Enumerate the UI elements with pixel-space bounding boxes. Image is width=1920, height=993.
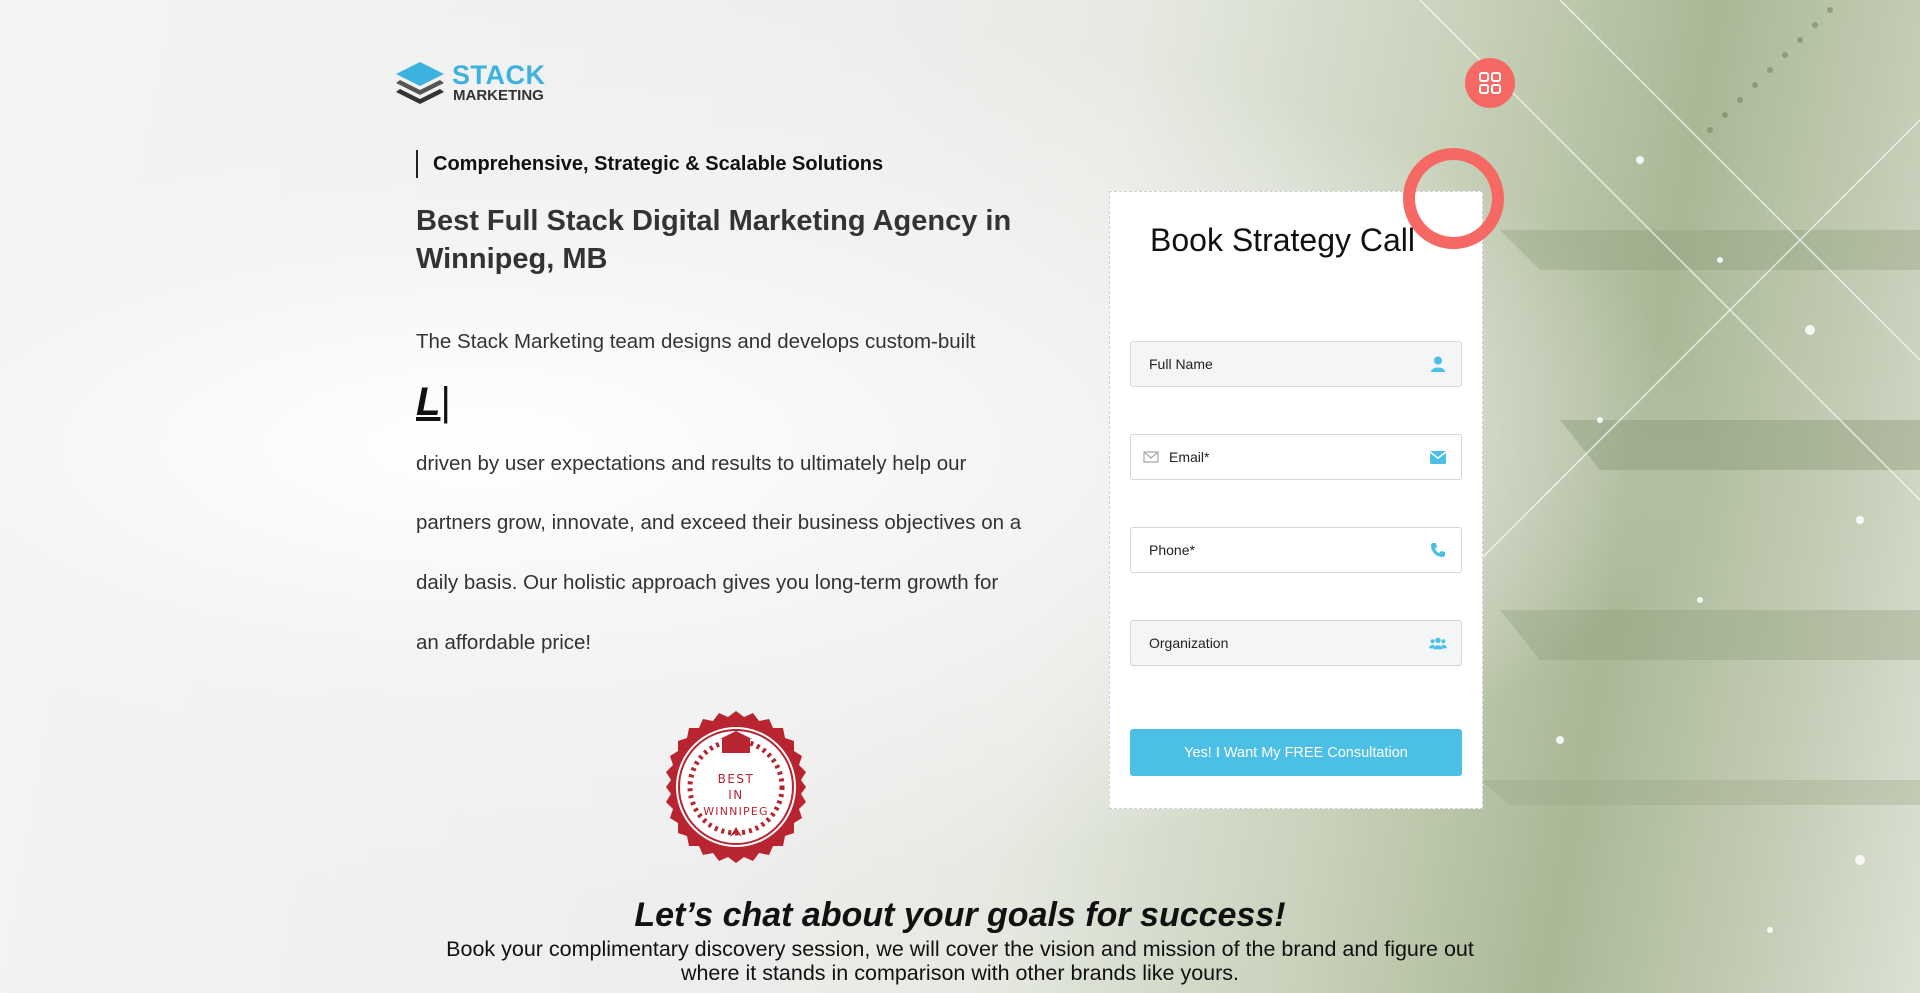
strategy-call-form — [1109, 191, 1483, 809]
badge-seal-icon — [666, 711, 806, 863]
decorative-ring — [1403, 148, 1504, 249]
typed-word: L — [416, 380, 441, 424]
phone-placeholder: Phone* — [1149, 542, 1195, 558]
envelope-icon — [1429, 448, 1447, 466]
hero-paragraph-line-3: partners grow, innovate, and exceed thei… — [416, 511, 1022, 534]
submit-consultation-button[interactable]: Yes! I Want My FREE Consultation — [1130, 729, 1462, 776]
phone-field[interactable]: Phone* — [1130, 527, 1462, 573]
hero-paragraph-line-1: The Stack Marketing team designs and dev… — [416, 330, 976, 353]
hero-paragraph-line-2: driven by user expectations and results … — [416, 452, 967, 475]
cta-subtext-line-2: where it stands in comparison with other… — [680, 961, 1240, 985]
badge-line-3: WINNIPEG — [703, 805, 769, 818]
stack-logo-icon — [396, 62, 444, 104]
logo-wordmark-stack: STACK — [452, 60, 546, 90]
badge-line-1: BEST — [718, 772, 755, 786]
logo-wordmark-marketing: MARKETING — [453, 87, 544, 104]
email-field[interactable]: Email* — [1130, 434, 1462, 480]
typed-text: L| — [416, 378, 451, 426]
organization-placeholder: Organization — [1149, 635, 1229, 651]
background-decoration — [1399, 0, 1920, 933]
menu-button[interactable] — [1465, 58, 1515, 108]
full-name-placeholder: Full Name — [1149, 356, 1213, 372]
full-name-field[interactable]: Full Name — [1130, 341, 1462, 387]
badge-line-2: IN — [728, 788, 744, 802]
hero-paragraph-line-5: an affordable price! — [416, 631, 592, 654]
hero-paragraph-line-4: daily basis. Our holistic approach gives… — [416, 571, 999, 594]
cta-subtext: Book your complimentary discovery sessio… — [0, 937, 1920, 985]
site-logo[interactable]: STACK MARKETING — [394, 60, 546, 108]
organization-field[interactable]: Organization — [1130, 620, 1462, 666]
form-title: Book Strategy Call — [1150, 222, 1416, 258]
cta-subtext-line-1: Book your complimentary discovery sessio… — [446, 937, 1474, 961]
hero-tagline: Comprehensive, Strategic & Scalable Solu… — [416, 150, 883, 178]
cta-heading: Let’s chat about your goals for success! — [634, 896, 1286, 934]
email-placeholder: Email* — [1169, 449, 1210, 465]
mail-outline-icon — [1143, 449, 1159, 465]
phone-icon — [1429, 541, 1447, 559]
typing-cursor: | — [440, 380, 451, 424]
hero-headline: Best Full Stack Digital Marketing Agency… — [416, 205, 1012, 275]
grid-menu-icon — [1479, 72, 1501, 94]
users-icon — [1429, 634, 1447, 652]
best-in-winnipeg-badge: BEST IN WINNIPEG — [666, 711, 806, 863]
user-icon — [1429, 355, 1447, 373]
